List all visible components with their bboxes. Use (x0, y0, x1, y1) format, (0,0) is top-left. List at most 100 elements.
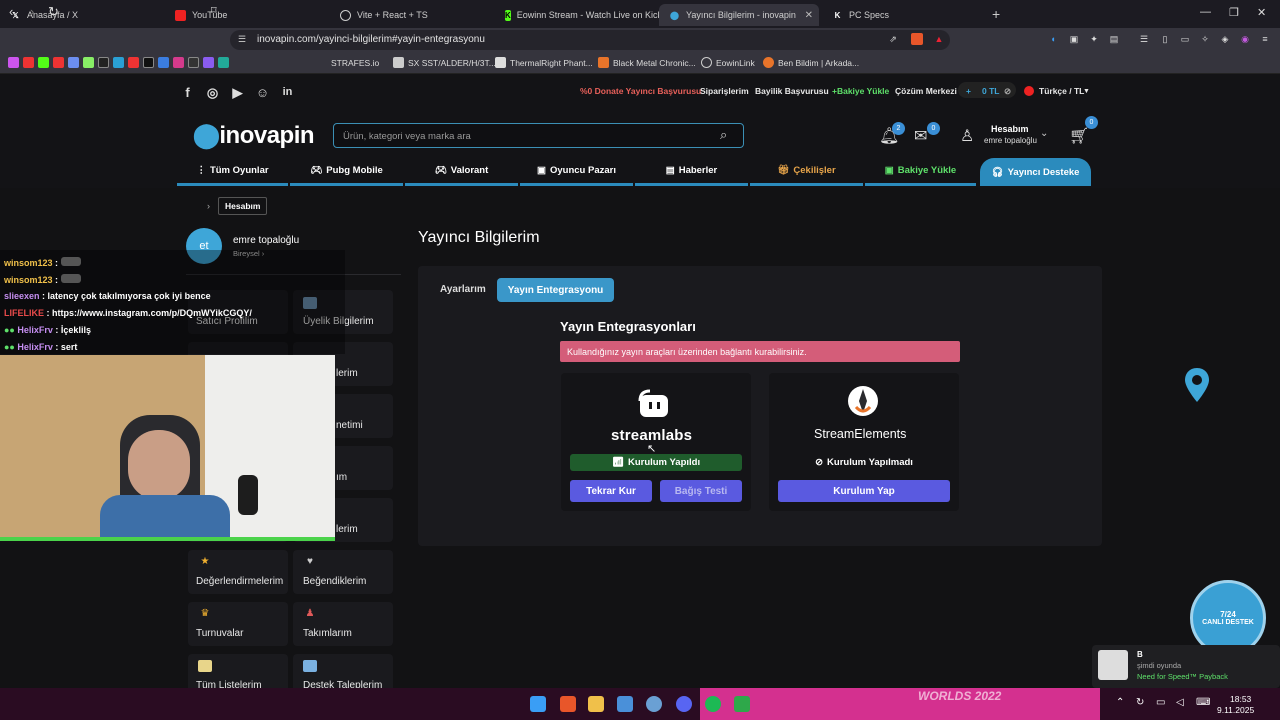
kick-icon[interactable] (38, 57, 49, 68)
youtube-icon[interactable] (23, 57, 34, 68)
menu-icon[interactable]: ≡ (1259, 33, 1271, 45)
nav-streamer-support[interactable]: 🎧︎ Yayıncı Desteke (980, 158, 1091, 186)
donation-test-button[interactable]: Bağış Testi (660, 480, 742, 502)
brave-rewards-icon[interactable]: ▲ (933, 33, 945, 45)
clock-time[interactable]: 18:53 (1230, 694, 1251, 704)
share-icon[interactable]: ⇗ (887, 33, 899, 45)
extensions-puzzle-icon[interactable]: ✦ (1088, 33, 1100, 45)
vpn-icon[interactable]: ◈ (1219, 33, 1231, 45)
extension-audio-icon[interactable]: ◖ (1047, 33, 1059, 45)
breadcrumb[interactable]: Hesabım (218, 197, 268, 215)
discord-icon[interactable] (676, 696, 692, 712)
user-icon[interactable]: ♙ (960, 126, 974, 146)
spotify-icon[interactable] (705, 696, 721, 712)
facebook-icon[interactable]: f (180, 85, 195, 100)
bookmark-icon[interactable] (8, 57, 19, 68)
reload-icon[interactable]: ↻ (48, 4, 59, 20)
bookmark-icon[interactable] (218, 57, 229, 68)
inovapin-pin-icon[interactable] (1183, 366, 1211, 404)
search-icon[interactable]: ⌕ (720, 127, 727, 143)
bookmark-eowinlink[interactable]: EowinLink (701, 56, 755, 69)
tab-x[interactable]: 𝕏 Anasayfa / X (0, 4, 165, 26)
site-logo[interactable]: ⬤inovapin (193, 121, 315, 150)
site-settings-icon[interactable]: ☰ (238, 34, 246, 45)
nav-valorant[interactable]: 🎮︎ Valorant (405, 158, 518, 186)
file-explorer-icon[interactable] (588, 696, 604, 712)
bookmark-icon[interactable] (113, 57, 124, 68)
translate-icon[interactable]: ▤ (1108, 33, 1120, 45)
twitch-icon[interactable] (203, 57, 214, 68)
tab-settings[interactable]: Ayarlarım (440, 284, 486, 295)
nav-add-balance[interactable]: ▣ Bakiye Yükle (865, 158, 976, 186)
brave-icon[interactable] (560, 696, 576, 712)
tray-app-icon[interactable]: ↻ (1136, 697, 1144, 708)
bookmark-black-metal[interactable]: Black Metal Chronic... (598, 56, 696, 69)
eye-off-icon[interactable]: ⊘ (1004, 86, 1011, 97)
bookmark-thermalright[interactable]: ThermalRight Phant... (495, 56, 593, 69)
instagram-icon[interactable]: ◎ (205, 85, 220, 100)
nav-giveaways[interactable]: 🎁︎ Çekilişler (750, 158, 863, 186)
clock-date[interactable]: 9.11.2025 (1217, 705, 1254, 715)
orders-link[interactable]: Siparişlerim (700, 86, 749, 96)
donate-application-link[interactable]: %0 Donate Yayıncı Başvurusu (580, 86, 701, 96)
linkedin-icon[interactable]: in (280, 85, 295, 100)
discord-icon[interactable]: ☺ (255, 85, 270, 100)
chevron-down-icon[interactable]: ⌄ (1040, 128, 1048, 139)
nav-all-games[interactable]: ⋮ Tüm Oyunlar (177, 158, 288, 186)
help-center-link[interactable]: Çözüm Merkezi (895, 86, 957, 96)
restore-button[interactable]: ❐ (1229, 6, 1239, 19)
instagram-icon[interactable] (173, 57, 184, 68)
new-tab-button[interactable]: + (992, 6, 1000, 22)
search-input[interactable]: Ürün, kategori veya marka ara (343, 131, 471, 142)
youtube-icon[interactable] (53, 57, 64, 68)
tab-kick[interactable]: K Eowinn Stream - Watch Live on Kick (495, 4, 660, 26)
account-name[interactable]: emre topaloğlu (984, 136, 1037, 145)
network-icon[interactable]: ▭ (1156, 697, 1165, 708)
language-icon[interactable]: ⌨ (1196, 697, 1210, 708)
brave-shield-icon[interactable] (911, 33, 923, 45)
wallet-icon[interactable]: ▭ (1179, 33, 1191, 45)
forward-icon[interactable]: › (30, 4, 34, 19)
youtube-icon[interactable]: ▶ (230, 85, 245, 100)
bookmark-icons-row[interactable] (8, 56, 229, 69)
dealer-link[interactable]: Bayilik Başvurusu (755, 86, 829, 96)
tab-vite[interactable]: Vite + React + TS (330, 4, 495, 26)
sidebar-icon[interactable]: ▯ (1159, 33, 1171, 45)
close-window-button[interactable]: ✕ (1257, 6, 1266, 19)
bookmark-icon[interactable] (158, 57, 169, 68)
account-title[interactable]: Hesabım (991, 124, 1029, 134)
language-selector[interactable]: Türkçe / TL (1039, 86, 1084, 96)
bookmark-ben-bildim[interactable]: Ben Bildim | Arkada... (763, 56, 859, 69)
tray-chevron-icon[interactable]: ⌃ (1116, 697, 1124, 708)
bookmark-icon[interactable] (83, 57, 94, 68)
bookmark-icon[interactable] (68, 57, 79, 68)
x-icon[interactable] (143, 57, 154, 68)
tiktok-icon[interactable] (98, 57, 109, 68)
minimize-button[interactable]: — (1200, 6, 1211, 18)
mail-icon[interactable]: ✉ (914, 126, 927, 146)
extension-icon[interactable]: ▣ (1068, 33, 1080, 45)
volume-icon[interactable]: ◁ (1176, 697, 1184, 708)
reinstall-button[interactable]: Tekrar Kur (570, 480, 652, 502)
close-tab-icon[interactable]: ✕ (805, 10, 813, 21)
app-icon[interactable] (617, 696, 633, 712)
tab-youtube[interactable]: YouTube (165, 4, 330, 26)
profile-icon[interactable]: ◉ (1239, 33, 1251, 45)
cart-icon[interactable]: 🛒︎ (1069, 126, 1089, 146)
install-button[interactable]: Kurulum Yap (778, 480, 950, 502)
leo-icon[interactable]: ✧ (1199, 33, 1211, 45)
tab-inovapin[interactable]: ⬤ Yayıncı Bilgilerim - inovapin ✕ (659, 4, 819, 26)
bookmark-icon[interactable] (188, 57, 199, 68)
nav-news[interactable]: ▤ Haberler (635, 158, 748, 186)
windows-start-icon[interactable] (530, 696, 546, 712)
app-icon[interactable] (734, 696, 750, 712)
reading-list-icon[interactable]: ☰ (1138, 33, 1150, 45)
settings-icon[interactable] (646, 696, 662, 712)
bookmark-strafes[interactable]: STRAFES.io (331, 56, 379, 69)
nav-player-market[interactable]: ▣ Oyuncu Pazarı (520, 158, 633, 186)
url-text[interactable]: inovapin.com/yayinci-bilgilerim#yayin-en… (257, 34, 485, 45)
back-icon[interactable]: ‹ (9, 4, 13, 19)
bookmark-sx[interactable]: SX SST/ALDER/H/3T... (393, 56, 496, 69)
youtube-icon[interactable] (128, 57, 139, 68)
bookmark-icon[interactable]: ⌑ (211, 4, 217, 17)
